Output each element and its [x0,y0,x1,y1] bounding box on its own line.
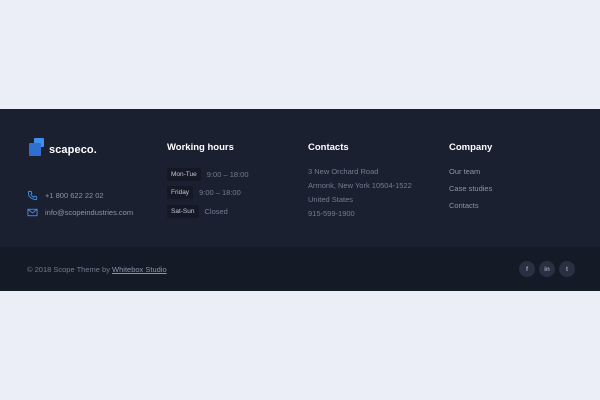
address-line: Armonk, New York 10504-1522 [308,181,412,190]
stacked-squares-logo-icon [29,138,47,156]
studio-link[interactable]: Whitebox Studio [112,265,167,274]
company-title: Company [449,142,493,153]
hours-time: 9:00 – 18:00 [206,170,249,179]
copyright-text: © 2018 Scope Theme by [27,265,113,274]
hours-time: 9:00 – 18:00 [199,188,241,197]
address-line: United States [308,195,354,204]
phone-line[interactable]: +1 800 622 22 02 [27,190,104,201]
address-line: 3 New Orchard Road [308,167,379,176]
phone-icon [27,190,38,201]
company-link-case-studies[interactable]: Case studies [449,184,492,193]
company-link-contacts[interactable]: Contacts [449,201,479,210]
day-badge: Mon-Tue [167,168,201,181]
contacts-title: Contacts [308,142,349,153]
facebook-icon[interactable]: f [519,261,535,277]
copyright: © 2018 Scope Theme by Whitebox Studio [27,265,167,274]
address-phone: 915-599-1900 [308,209,355,218]
day-badge: Friday [167,186,194,199]
twitter-icon[interactable]: t [559,261,575,277]
hours-row: Sat-Sun Closed [167,205,228,218]
day-badge: Sat-Sun [167,205,199,218]
hours-time: Closed [204,207,228,216]
brand-name: scapeco. [49,144,97,156]
working-hours-title: Working hours [167,142,234,153]
hours-row: Friday 9:00 – 18:00 [167,186,241,199]
email-address: info@scopeindustries.com [45,208,134,217]
envelope-icon [27,208,38,217]
email-line[interactable]: info@scopeindustries.com [27,207,133,218]
phone-number: +1 800 622 22 02 [45,191,104,200]
linkedin-icon[interactable]: in [539,261,555,277]
hours-row: Mon-Tue 9:00 – 18:00 [167,168,249,181]
company-link-our-team[interactable]: Our team [449,167,480,176]
brand-logo[interactable]: scapeco. [29,138,97,156]
